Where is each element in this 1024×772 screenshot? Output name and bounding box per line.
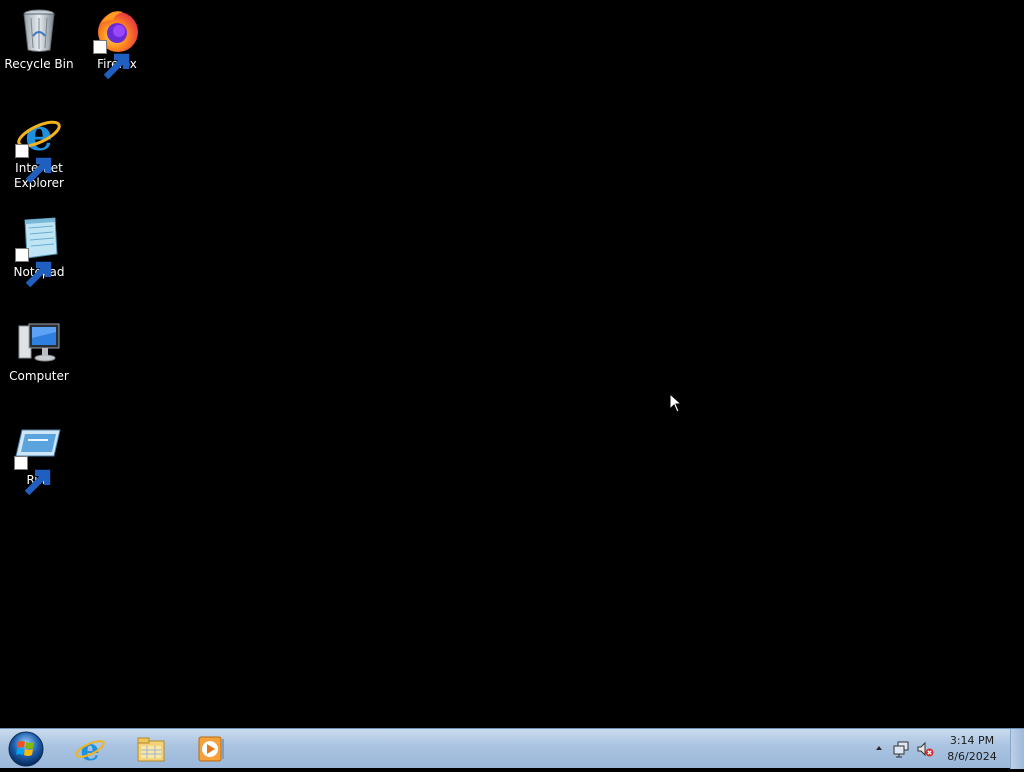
- internet-explorer-icon: e: [75, 733, 105, 765]
- desktop-icon-label: Recycle Bin: [4, 57, 74, 71]
- internet-explorer-icon: e: [15, 110, 63, 184]
- clock[interactable]: 3:14 PM 8/6/2024: [942, 733, 1002, 765]
- shortcut-arrow-icon: [93, 40, 130, 80]
- shortcut-arrow-icon: [15, 248, 52, 288]
- shortcut-arrow-icon: [14, 456, 51, 496]
- desktop-icon-computer[interactable]: Computer: [1, 318, 77, 384]
- taskbar-file-explorer-button[interactable]: [124, 731, 178, 767]
- show-desktop-button[interactable]: [1010, 729, 1024, 769]
- desktop-icon-run[interactable]: Run: [0, 422, 76, 496]
- svg-text:e: e: [80, 733, 99, 765]
- clock-date: 8/6/2024: [947, 750, 997, 763]
- desktop-icon-recycle-bin[interactable]: Recycle Bin: [1, 6, 77, 72]
- media-player-icon: [198, 736, 224, 762]
- system-tray: 3:14 PM 8/6/2024: [864, 729, 1024, 769]
- taskbar: e 3:14 PM 8/6/2024: [0, 728, 1024, 769]
- file-explorer-icon: [137, 737, 165, 762]
- desktop-icon-notepad[interactable]: Notepad: [1, 214, 77, 288]
- show-hidden-icons-icon[interactable]: [874, 743, 884, 753]
- desktop-icon-internet-explorer[interactable]: e Internet Explorer: [1, 110, 77, 191]
- shortcut-arrow-icon: [15, 144, 52, 184]
- desktop[interactable]: Recycle Bin Firefox e Internet Explorer …: [0, 0, 1024, 728]
- desktop-icon-label: Computer: [9, 369, 69, 383]
- volume-muted-icon[interactable]: [916, 740, 934, 758]
- firefox-icon: [93, 6, 141, 80]
- start-button[interactable]: [7, 730, 45, 768]
- network-icon[interactable]: [892, 740, 910, 758]
- recycle-bin-icon: [15, 6, 63, 54]
- taskbar-media-player-button[interactable]: [184, 731, 238, 767]
- windows-logo-icon: [8, 731, 44, 767]
- run-icon: [14, 422, 62, 496]
- desktop-icon-firefox[interactable]: Firefox: [79, 6, 155, 80]
- clock-time: 3:14 PM: [949, 734, 995, 747]
- computer-icon: [15, 318, 63, 366]
- mouse-cursor-icon: [669, 393, 683, 413]
- notepad-icon: [15, 214, 63, 288]
- taskbar-internet-explorer-button[interactable]: e: [63, 731, 117, 767]
